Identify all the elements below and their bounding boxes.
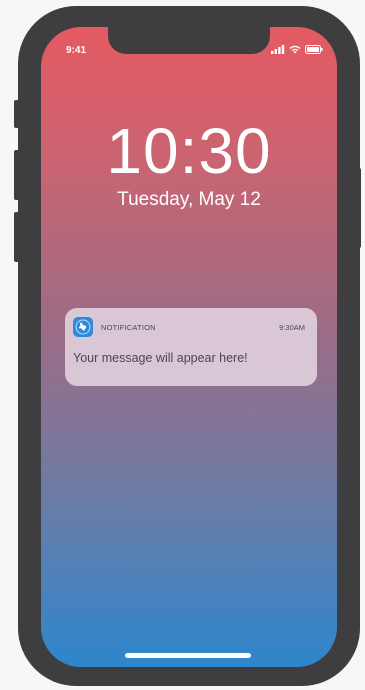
app-icon: [73, 317, 93, 337]
home-indicator[interactable]: [125, 653, 251, 658]
notch: [108, 27, 270, 54]
notification-time: 9:30AM: [279, 323, 305, 332]
battery-icon: [305, 45, 323, 54]
device-stage: 9:41 10:30 Tuesday, May 12 NOTIFICATION …: [0, 0, 365, 690]
notification-message: Your message will appear here!: [73, 351, 248, 365]
lock-clock: 10:30: [106, 115, 272, 187]
lock-screen: 9:41 10:30 Tuesday, May 12 NOTIFICATION …: [41, 27, 337, 667]
status-time: 9:41: [66, 45, 87, 56]
signal-icon: [271, 45, 285, 54]
notification-card[interactable]: NOTIFICATION 9:30AM Your message will ap…: [65, 308, 317, 386]
notification-app-label: NOTIFICATION: [101, 323, 156, 332]
texas-map-icon: [75, 319, 91, 335]
status-icons: [271, 45, 323, 54]
wifi-icon: [289, 45, 301, 54]
lock-date: Tuesday, May 12: [117, 189, 261, 210]
